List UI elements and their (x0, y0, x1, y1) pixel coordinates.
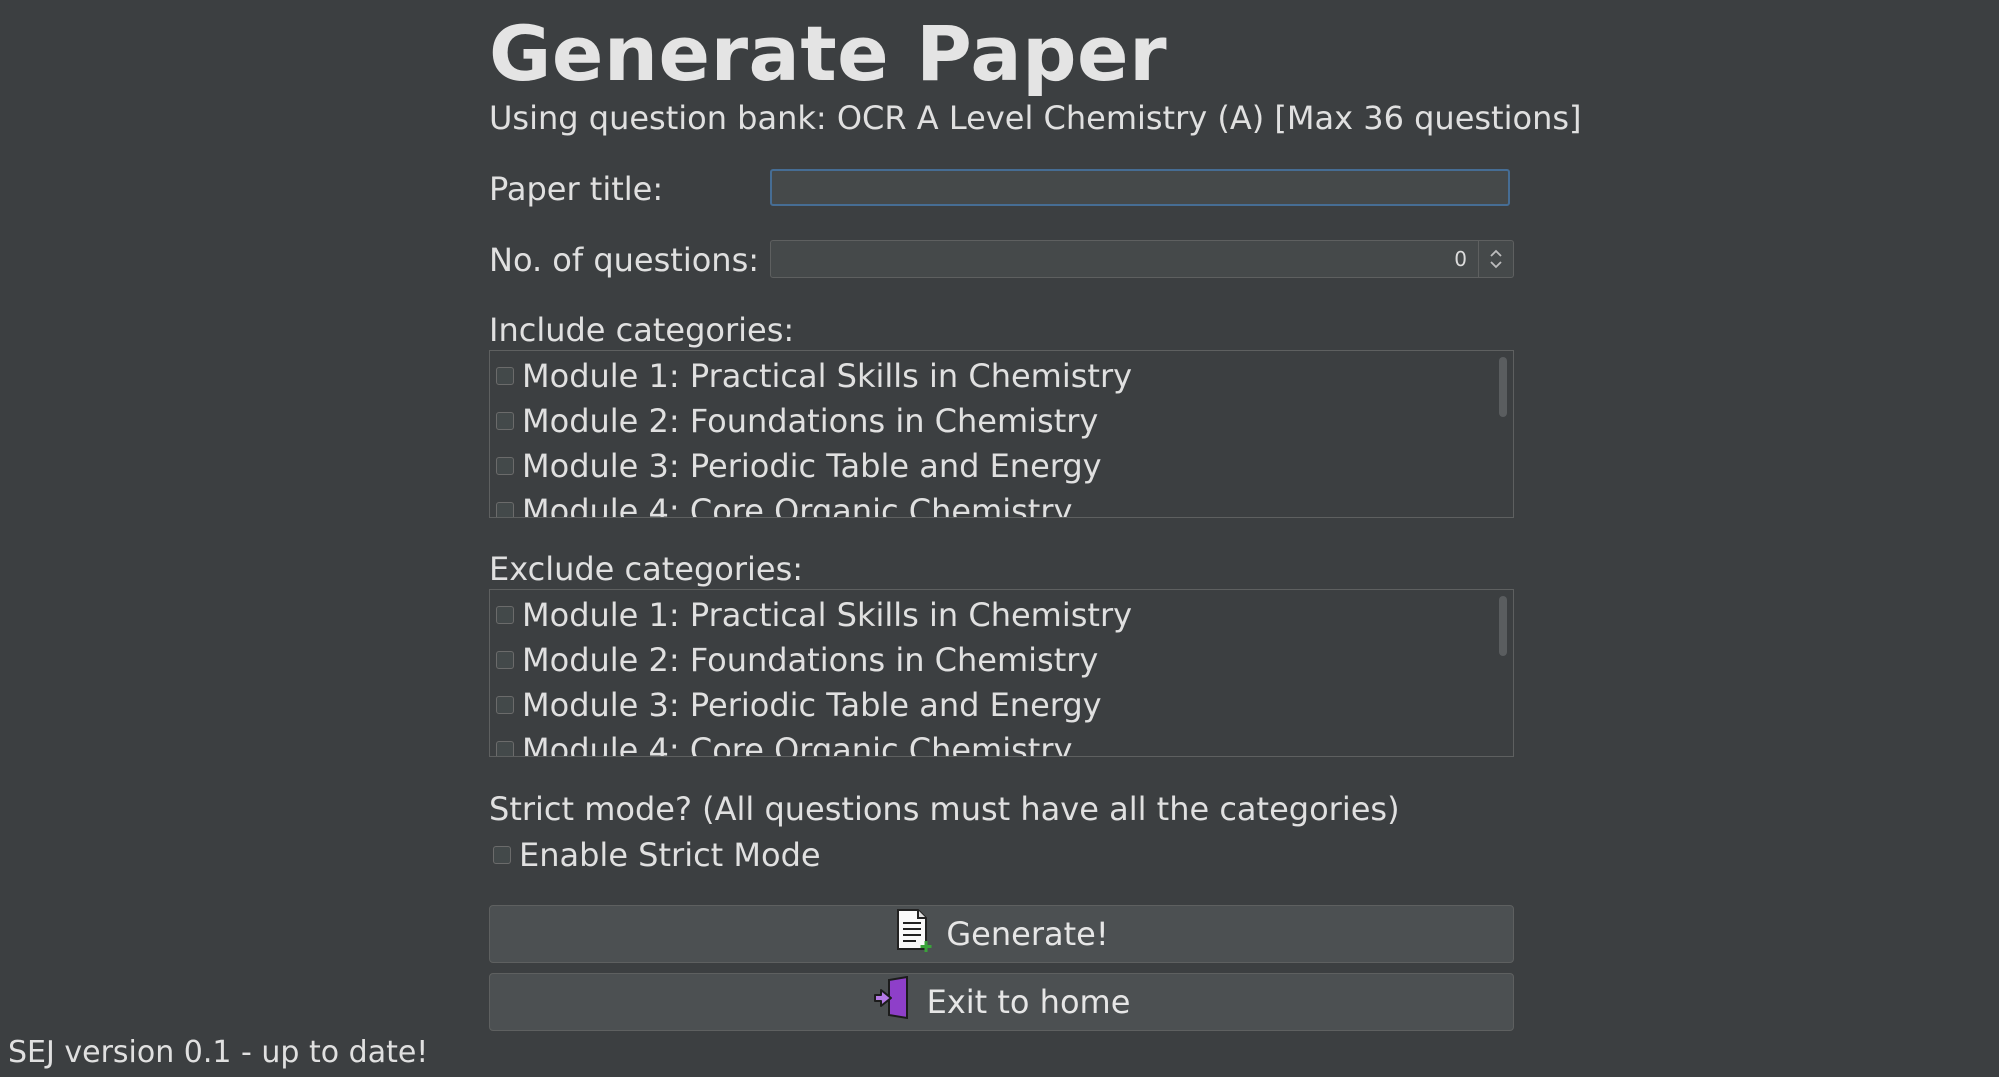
checkbox[interactable] (496, 456, 514, 475)
list-item-label: Module 1: Practical Skills in Chemistry (522, 356, 1133, 395)
exclude-item-module-1[interactable]: Module 1: Practical Skills in Chemistry (496, 592, 1132, 637)
list-item-label: Module 2: Foundations in Chemistry (522, 401, 1099, 440)
checkbox[interactable] (496, 650, 514, 669)
exclude-list-scrollbar[interactable] (1499, 596, 1507, 656)
paper-title-label: Paper title: (489, 170, 664, 208)
checkbox[interactable] (496, 695, 514, 714)
list-item-label: Module 4: Core Organic Chemistry (522, 730, 1073, 757)
list-item-label: Module 2: Foundations in Chemistry (522, 640, 1099, 679)
generate-button-label: Generate! (946, 915, 1109, 953)
exclude-categories-list[interactable]: Module 1: Practical Skills in Chemistry … (489, 589, 1514, 757)
exclude-item-module-2[interactable]: Module 2: Foundations in Chemistry (496, 637, 1098, 682)
generate-paper-window: Generate Paper Using question bank: OCR … (0, 0, 1999, 1077)
exit-button-label: Exit to home (926, 983, 1131, 1021)
strict-mode-toggle[interactable]: Enable Strict Mode (493, 836, 821, 874)
list-item-label: Module 4: Core Organic Chemistry (522, 491, 1073, 518)
include-item-module-2[interactable]: Module 2: Foundations in Chemistry (496, 398, 1098, 443)
exit-to-home-button[interactable]: Exit to home (489, 973, 1514, 1031)
version-status: SEJ version 0.1 - up to date! (8, 1035, 429, 1070)
strict-mode-checkbox[interactable] (493, 846, 511, 864)
include-item-module-4[interactable]: Module 4: Core Organic Chemistry (496, 488, 1073, 518)
strict-mode-label: Enable Strict Mode (519, 836, 821, 874)
checkbox[interactable] (496, 366, 514, 385)
num-questions-spinner[interactable]: 0 (770, 240, 1514, 278)
checkbox[interactable] (496, 605, 514, 624)
strict-mode-question: Strict mode? (All questions must have al… (489, 790, 1400, 828)
list-item-label: Module 3: Periodic Table and Energy (522, 685, 1102, 724)
include-categories-label: Include categories: (489, 311, 795, 349)
include-list-scrollbar[interactable] (1499, 357, 1507, 417)
include-categories-list[interactable]: Module 1: Practical Skills in Chemistry … (489, 350, 1514, 518)
list-item-label: Module 1: Practical Skills in Chemistry (522, 595, 1133, 634)
exit-door-icon (873, 975, 915, 1028)
generate-button[interactable]: Generate! (489, 905, 1514, 963)
spinner-up-down-icon[interactable] (1478, 241, 1513, 277)
num-questions-label: No. of questions: (489, 241, 760, 279)
exclude-categories-label: Exclude categories: (489, 550, 804, 588)
checkbox[interactable] (496, 501, 514, 517)
include-item-module-1[interactable]: Module 1: Practical Skills in Chemistry (496, 353, 1132, 398)
paper-title-input[interactable] (770, 169, 1510, 206)
exclude-item-module-4[interactable]: Module 4: Core Organic Chemistry (496, 727, 1073, 757)
page-title: Generate Paper (489, 9, 1168, 98)
include-item-module-3[interactable]: Module 3: Periodic Table and Energy (496, 443, 1102, 488)
checkbox[interactable] (496, 411, 514, 430)
exclude-item-module-3[interactable]: Module 3: Periodic Table and Energy (496, 682, 1102, 727)
question-bank-info: Using question bank: OCR A Level Chemist… (489, 99, 1582, 137)
checkbox[interactable] (496, 740, 514, 756)
num-questions-value: 0 (1454, 247, 1467, 271)
list-item-label: Module 3: Periodic Table and Energy (522, 446, 1102, 485)
document-add-icon (894, 907, 934, 961)
